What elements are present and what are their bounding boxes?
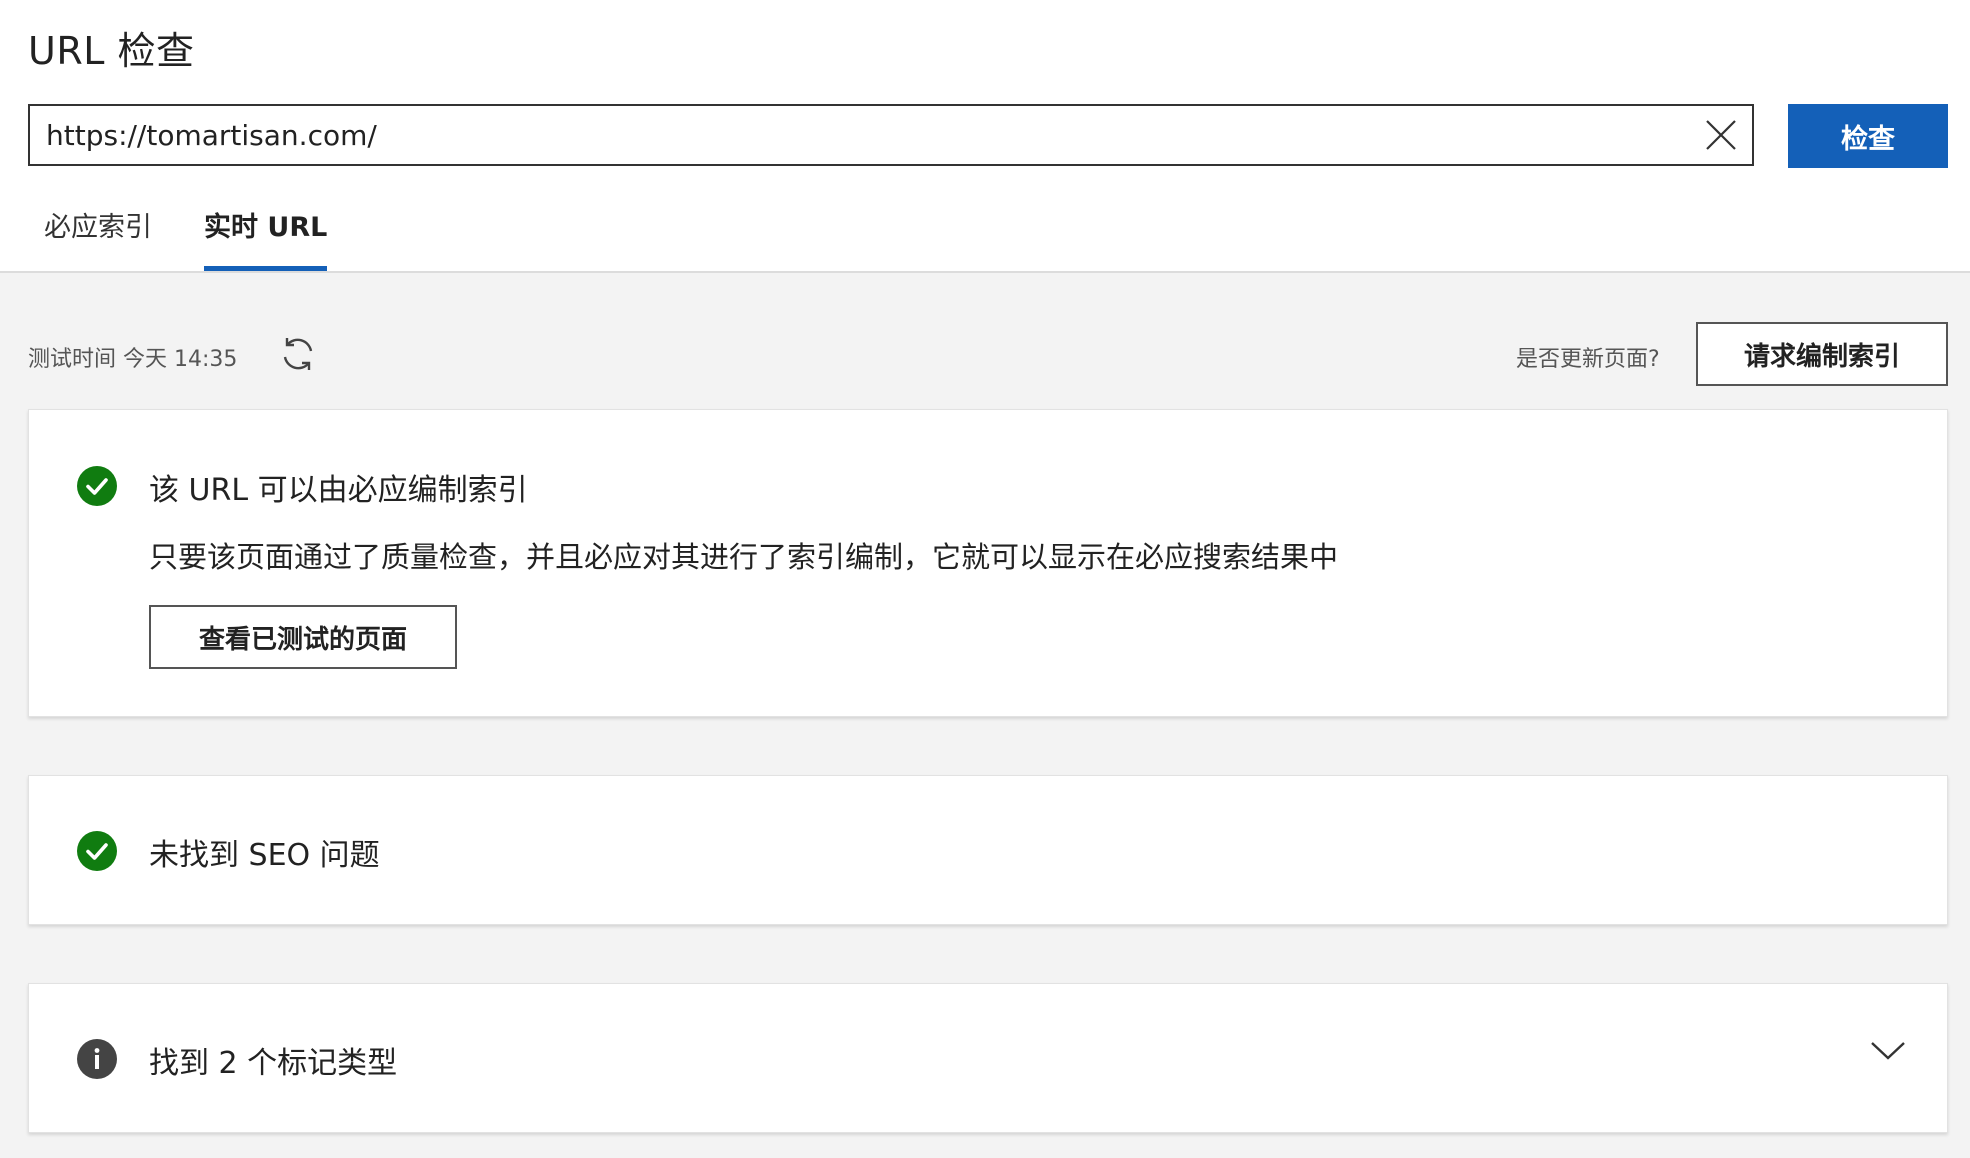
- check-circle-icon: [77, 466, 117, 506]
- request-indexing-button[interactable]: 请求编制索引: [1696, 322, 1948, 386]
- seo-issues-card: 未找到 SEO 问题: [28, 775, 1948, 925]
- url-search-box[interactable]: [28, 104, 1754, 166]
- test-time-label: 测试时间 今天 14:35: [28, 347, 238, 372]
- inspect-button[interactable]: 检查: [1788, 104, 1948, 168]
- update-page-question: 是否更新页面?: [1516, 347, 1660, 372]
- card-title: 未找到 SEO 问题: [149, 838, 380, 873]
- url-input[interactable]: [46, 106, 1666, 164]
- check-circle-icon: [77, 831, 117, 871]
- indexable-result-card: 该 URL 可以由必应编制索引 只要该页面通过了质量检查，并且必应对其进行了索引…: [28, 409, 1948, 717]
- chevron-down-icon[interactable]: [1869, 1036, 1907, 1064]
- markup-types-card[interactable]: 找到 2 个标记类型: [28, 983, 1948, 1133]
- view-tested-page-button[interactable]: 查看已测试的页面: [149, 605, 457, 669]
- info-icon: [77, 1039, 117, 1079]
- refresh-icon[interactable]: [278, 334, 318, 374]
- page-title: URL 检查: [28, 29, 195, 73]
- card-description: 只要该页面通过了质量检查，并且必应对其进行了索引编制，它就可以显示在必应搜索结果…: [149, 540, 1339, 574]
- tab-live-url[interactable]: 实时 URL: [204, 205, 328, 271]
- tab-bing-index[interactable]: 必应索引: [44, 205, 152, 271]
- close-icon[interactable]: [1704, 118, 1738, 152]
- header-panel: URL 检查 检查 必应索引 实时 URL: [0, 0, 1970, 273]
- card-title: 找到 2 个标记类型: [149, 1046, 398, 1081]
- card-title: 该 URL 可以由必应编制索引: [149, 473, 528, 508]
